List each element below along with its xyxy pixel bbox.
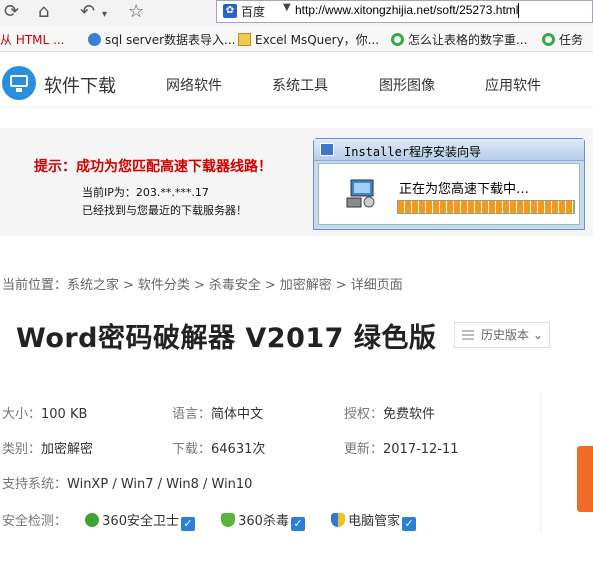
star-icon[interactable]: ☆ <box>128 1 144 23</box>
dialog-title: Installer程序安装向导 <box>344 145 482 159</box>
paw-icon[interactable]: ✿ <box>223 4 237 18</box>
bookmark-item[interactable]: 从 HTML ... <box>0 31 64 48</box>
dialog-titlebar: Installer程序安装向导 <box>314 139 584 161</box>
nav-item-apps[interactable]: 应用软件 <box>485 75 541 95</box>
nav-item-graphics[interactable]: 图形图像 <box>379 75 435 95</box>
ie-icon <box>88 33 101 46</box>
breadcrumb-item[interactable]: 加密解密 <box>280 278 332 293</box>
download-progress-bar <box>397 200 575 214</box>
nav-item-system-tools[interactable]: 系统工具 <box>272 75 328 95</box>
site-nav: 软件下载 网络软件 系统工具 图形图像 应用软件 <box>0 58 593 108</box>
bookmark-item[interactable]: Excel MsQuery，你... <box>238 31 379 48</box>
undo-dropdown-icon[interactable]: ▾ <box>102 4 107 26</box>
chevron-down-icon[interactable]: ▼ <box>283 2 291 13</box>
security-360-guard: 360安全卫士 ✓ <box>85 510 195 531</box>
info-updated: 更新：2017-12-11 <box>344 442 459 457</box>
breadcrumb-item[interactable]: 杀毒安全 <box>209 278 261 293</box>
search-engine-label[interactable]: 百度 <box>241 3 265 20</box>
list-icon <box>462 330 474 340</box>
nav-item-network[interactable]: 网络软件 <box>166 75 222 95</box>
undo-icon[interactable]: ↶ <box>80 1 95 23</box>
browser-toolbar: ⟳ ⌂ ↶ ▾ ☆ ✿ 百度 ▼ http://www.xitongzhijia… <box>0 0 593 26</box>
breadcrumb-item[interactable]: 软件分类 <box>138 278 190 293</box>
page-icon <box>238 33 251 46</box>
history-version-button[interactable]: 历史版本 ⌄ <box>454 322 550 348</box>
security-360-antivirus: 360杀毒 ✓ <box>221 510 305 531</box>
circle-icon <box>391 33 404 46</box>
circle-icon <box>542 33 555 46</box>
site-logo-text[interactable]: 软件下载 <box>44 72 116 98</box>
info-os: 支持系统：WinXP / Win7 / Win8 / Win10 <box>2 477 253 492</box>
banner-ip: 当前IP为：203.**.***.17 <box>82 186 209 199</box>
info-category: 类别：加密解密 <box>2 442 94 457</box>
side-float-tab[interactable] <box>577 446 593 512</box>
address-bar[interactable]: ✿ 百度 ▼ http://www.xitongzhijia.net/soft/… <box>216 0 593 23</box>
info-language: 语言：简体中文 <box>172 407 264 422</box>
antivirus-shield-icon <box>221 513 236 527</box>
monitor-icon[interactable] <box>2 66 36 100</box>
banner-found: 已经找到与您最近的下载服务器！ <box>82 204 247 217</box>
360-shield-icon <box>85 513 100 527</box>
computer-install-icon <box>346 179 375 208</box>
progress-fill <box>398 201 574 213</box>
dialog-body: 正在为您高速下载中… <box>318 163 580 225</box>
info-downloads: 下载：64631次 <box>172 442 266 457</box>
divider <box>540 392 541 532</box>
breadcrumb: 当前位置：系统之家 > 软件分类 > 杀毒安全 > 加密解密 > 详细页面 <box>2 278 403 293</box>
breadcrumb-item: 详细页面 <box>350 278 403 293</box>
bookmarks-bar: 从 HTML ... sql server数据表导入... Excel MsQu… <box>0 26 593 52</box>
bookmark-item[interactable]: sql server数据表导入... <box>88 31 235 48</box>
banner-tip: 提示：成功为您匹配高速下载器线路！ <box>34 159 272 175</box>
security-pc-manager: 电脑管家 ✓ <box>331 510 417 531</box>
info-license: 授权：免费软件 <box>344 407 436 422</box>
window-icon <box>320 143 334 156</box>
home-icon[interactable]: ⌂ <box>38 1 49 23</box>
download-banner[interactable]: 提示：成功为您匹配高速下载器线路！ 当前IP为：203.**.***.17 已经… <box>0 128 593 236</box>
breadcrumb-item[interactable]: 当前位置：系统之家 <box>2 278 119 293</box>
bookmark-item[interactable]: 怎么让表格的数字重... <box>391 31 527 48</box>
installer-dialog[interactable]: Installer程序安装向导 正在为您高速下载中… <box>313 138 585 230</box>
page-title: Word密码破解器 V2017 绿色版 <box>16 323 437 354</box>
check-icon: ✓ <box>402 517 417 531</box>
bookmark-item[interactable]: 任务 <box>542 31 583 48</box>
info-size: 大小：100 KB <box>2 407 88 422</box>
refresh-icon[interactable]: ⟳ <box>4 1 19 23</box>
info-security: 安全检测： 360安全卫士 ✓ 360杀毒 ✓ 电脑管家 ✓ <box>2 510 438 531</box>
check-icon: ✓ <box>290 517 305 531</box>
pc-manager-shield-icon <box>331 513 346 527</box>
url-input[interactable]: http://www.xitongzhijia.net/soft/25273.h… <box>295 3 520 19</box>
dialog-message: 正在为您高速下载中… <box>399 182 530 197</box>
check-icon: ✓ <box>180 517 195 531</box>
